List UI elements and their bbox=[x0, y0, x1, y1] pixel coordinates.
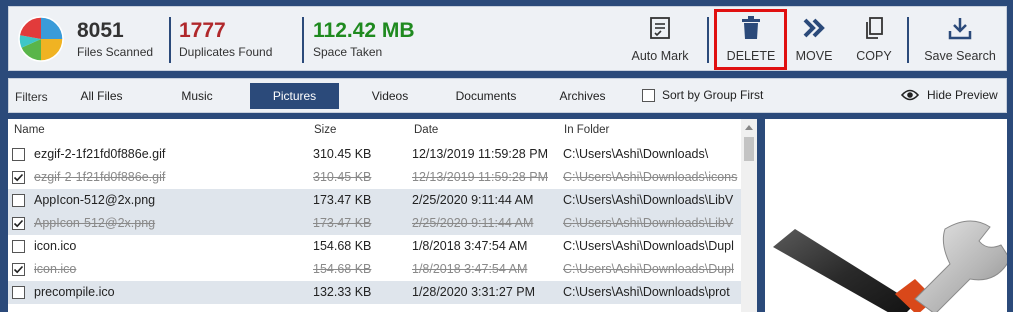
files-scanned-stat: 8051 Files Scanned bbox=[77, 19, 153, 59]
eye-icon bbox=[901, 89, 919, 101]
table-row[interactable]: ezgif-2-1f21fd0f886e.gif 310.45 KB 12/13… bbox=[8, 166, 757, 189]
file-date: 2/25/2020 9:11:44 AM bbox=[412, 193, 534, 207]
file-folder: C:\Users\Ashi\Downloads\Dupl bbox=[563, 239, 734, 253]
file-name: icon.ico bbox=[34, 239, 77, 253]
sort-by-group-label: Sort by Group First bbox=[662, 88, 764, 102]
tab-documents[interactable]: Documents bbox=[443, 83, 529, 109]
column-header-date[interactable]: Date bbox=[414, 124, 438, 136]
file-folder: C:\Users\Ashi\Downloads\ bbox=[563, 147, 709, 161]
move-button[interactable]: MOVE bbox=[789, 7, 839, 70]
file-size: 173.47 KB bbox=[313, 193, 372, 207]
copy-icon bbox=[866, 17, 883, 39]
save-search-label: Save Search bbox=[924, 49, 996, 63]
column-header-size[interactable]: Size bbox=[314, 124, 336, 136]
download-icon bbox=[948, 18, 972, 40]
row-checkbox-checked[interactable] bbox=[12, 263, 25, 276]
check-icon bbox=[13, 173, 24, 182]
column-header-name[interactable]: Name bbox=[14, 124, 45, 136]
table-row[interactable]: AppIcon-512@2x.png 173.47 KB 2/25/2020 9… bbox=[8, 212, 757, 235]
tab-pictures[interactable]: Pictures bbox=[250, 83, 339, 109]
file-folder: C:\Users\Ashi\Downloads\LibV bbox=[563, 193, 734, 207]
tab-archives[interactable]: Archives bbox=[549, 83, 616, 109]
row-checkbox[interactable] bbox=[12, 240, 25, 253]
preview-pane bbox=[765, 119, 1007, 312]
file-folder: C:\Users\Ashi\Downloads\Dupl bbox=[563, 262, 734, 276]
file-name: precompile.ico bbox=[34, 285, 115, 299]
file-size: 154.68 KB bbox=[313, 239, 372, 253]
check-icon bbox=[13, 219, 24, 228]
app-logo-pie-icon bbox=[18, 16, 64, 62]
file-size: 173.47 KB bbox=[313, 216, 372, 230]
filters-label: Filters bbox=[15, 90, 48, 104]
sort-by-group-checkbox[interactable]: Sort by Group First bbox=[642, 88, 763, 102]
duplicates-found-stat: 1777 Duplicates Found bbox=[179, 19, 272, 59]
checkbox-box[interactable] bbox=[642, 88, 655, 102]
double-chevron-right-icon bbox=[803, 18, 825, 38]
table-row[interactable]: AppIcon-512@2x.png 173.47 KB 2/25/2020 9… bbox=[8, 189, 757, 212]
row-checkbox[interactable] bbox=[12, 194, 25, 207]
column-header-folder[interactable]: In Folder bbox=[564, 124, 609, 136]
tab-music[interactable]: Music bbox=[163, 83, 231, 109]
divider bbox=[907, 17, 909, 63]
files-scanned-value: 8051 bbox=[77, 19, 124, 42]
auto-mark-label: Auto Mark bbox=[631, 49, 689, 63]
check-icon bbox=[13, 265, 24, 274]
table-row[interactable]: ezgif-2-1f21fd0f886e.gif 310.45 KB 12/13… bbox=[8, 143, 757, 166]
divider bbox=[169, 17, 171, 63]
row-checkbox-checked[interactable] bbox=[12, 217, 25, 230]
file-folder: C:\Users\Ashi\Downloads\prot bbox=[563, 285, 730, 299]
file-folder: C:\Users\Ashi\Downloads\LibV bbox=[563, 216, 734, 230]
file-name: AppIcon-512@2x.png bbox=[34, 216, 156, 230]
file-date: 1/28/2020 3:31:27 PM bbox=[412, 285, 536, 299]
stats-toolbar-panel: 8051 Files Scanned 1777 Duplicates Found… bbox=[8, 6, 1007, 71]
auto-mark-icon bbox=[650, 17, 670, 39]
space-taken-stat: 112.42 MB Space Taken bbox=[313, 19, 415, 59]
table-row[interactable]: precompile.ico 132.33 KB 1/28/2020 3:31:… bbox=[8, 281, 757, 304]
file-name: ezgif-2-1f21fd0f886e.gif bbox=[34, 170, 166, 184]
wrench-preview-icon bbox=[773, 220, 1007, 312]
file-date: 12/13/2019 11:59:28 PM bbox=[412, 147, 548, 161]
file-size: 310.45 KB bbox=[313, 170, 372, 184]
copy-button[interactable]: COPY bbox=[851, 7, 897, 70]
file-date: 12/13/2019 11:59:28 PM bbox=[412, 170, 548, 184]
file-size: 154.68 KB bbox=[313, 262, 372, 276]
scrollbar-thumb[interactable] bbox=[744, 137, 754, 161]
filters-bar: Filters All Files Music Pictures Videos … bbox=[8, 78, 1007, 113]
file-list: Name Size Date In Folder ezgif-2-1f21fd0… bbox=[8, 119, 757, 312]
delete-highlight-frame bbox=[714, 9, 787, 70]
row-checkbox-checked[interactable] bbox=[12, 171, 25, 184]
move-label: MOVE bbox=[795, 49, 833, 63]
row-checkbox[interactable] bbox=[12, 148, 25, 161]
space-taken-value: 112.42 MB bbox=[313, 19, 415, 42]
scroll-up-arrow-icon[interactable] bbox=[745, 125, 753, 130]
file-folder: C:\Users\Ashi\Downloads\icons bbox=[563, 170, 738, 184]
tab-all-files[interactable]: All Files bbox=[69, 83, 134, 109]
file-name: ezgif-2-1f21fd0f886e.gif bbox=[34, 147, 166, 161]
file-date: 1/8/2018 3:47:54 AM bbox=[412, 262, 528, 276]
row-checkbox[interactable] bbox=[12, 286, 25, 299]
tab-videos[interactable]: Videos bbox=[355, 83, 425, 109]
file-name: icon.ico bbox=[34, 262, 77, 276]
file-date: 1/8/2018 3:47:54 AM bbox=[412, 239, 528, 253]
duplicates-found-label: Duplicates Found bbox=[179, 45, 273, 59]
table-header: Name Size Date In Folder bbox=[8, 119, 757, 143]
auto-mark-button[interactable]: Auto Mark bbox=[625, 7, 695, 70]
space-taken-label: Space Taken bbox=[313, 45, 383, 59]
file-date: 2/25/2020 9:11:44 AM bbox=[412, 216, 534, 230]
file-size: 310.45 KB bbox=[313, 147, 372, 161]
table-row[interactable]: icon.ico 154.68 KB 1/8/2018 3:47:54 AM C… bbox=[8, 235, 757, 258]
file-name: AppIcon-512@2x.png bbox=[34, 193, 156, 207]
save-search-button[interactable]: Save Search bbox=[921, 7, 999, 70]
hide-preview-label: Hide Preview bbox=[927, 88, 998, 102]
table-row[interactable]: icon.ico 154.68 KB 1/8/2018 3:47:54 AM C… bbox=[8, 258, 757, 281]
hide-preview-button[interactable]: Hide Preview bbox=[901, 88, 998, 102]
vertical-scrollbar[interactable] bbox=[741, 119, 757, 312]
copy-label: COPY bbox=[856, 49, 892, 63]
file-size: 132.33 KB bbox=[313, 285, 372, 299]
divider bbox=[302, 17, 304, 63]
duplicates-found-value: 1777 bbox=[179, 19, 226, 42]
divider bbox=[707, 17, 709, 63]
files-scanned-label: Files Scanned bbox=[77, 45, 154, 59]
